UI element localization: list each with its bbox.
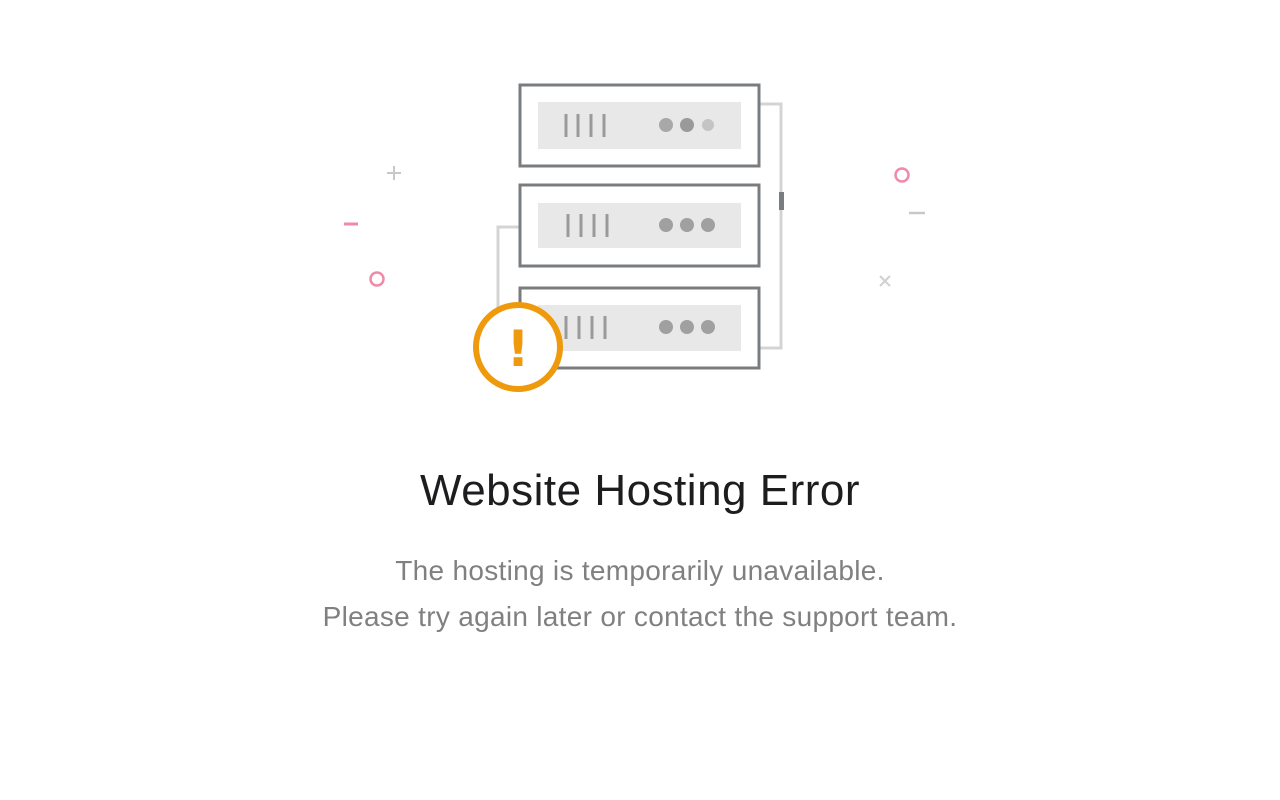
alert-symbol: ! [507,320,530,378]
cross-sparkle-icon [879,275,891,287]
ring-sparkle-icon [894,167,910,183]
error-page: ! Website Hosting Error The hosting is t… [0,0,1280,800]
exclamation-alert-icon: ! [473,302,563,392]
server-rack-illustration: ! [344,83,925,392]
error-message-line-1: The hosting is temporarily unavailable. [395,555,885,586]
server-unit-2 [518,183,761,268]
ring-sparkle-icon [369,271,385,287]
plus-sparkle-icon [387,166,401,180]
error-message: The hosting is temporarily unavailable. … [0,548,1280,640]
server-unit-1 [518,83,761,168]
page-title: Website Hosting Error [419,466,861,515]
connector-mark [779,192,784,210]
error-message-line-2: Please try again later or contact the su… [322,601,958,632]
